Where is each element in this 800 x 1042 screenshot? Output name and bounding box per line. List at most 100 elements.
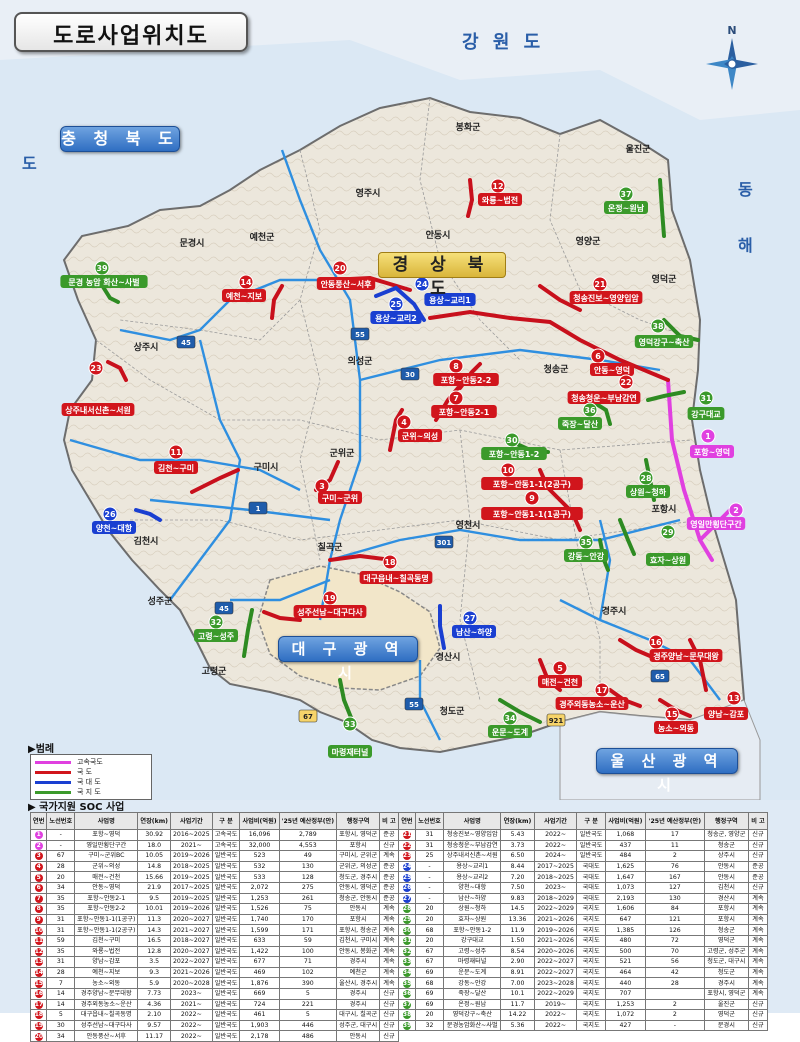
table-cell: 안동~영덕 bbox=[74, 881, 139, 894]
project-marker-number: 9 bbox=[529, 494, 535, 503]
project-marker-number: 11 bbox=[170, 448, 182, 457]
table-cell: 2.90 bbox=[500, 956, 535, 968]
table-header: 노선번호 bbox=[414, 812, 445, 830]
place-name: 경산시 bbox=[436, 651, 461, 663]
compass-center bbox=[727, 59, 737, 69]
table-row: 37 69 온정~원남 11.7 2019~ 국지도 1,253 2 울진군 신규 bbox=[398, 998, 769, 1011]
table-cell: 14.5 bbox=[500, 903, 535, 915]
table-cell: 성주선남~대구다사 bbox=[74, 1019, 139, 1032]
table-cell: 청도군, 경주시 bbox=[336, 871, 381, 883]
table-cell: 강구대교 bbox=[443, 934, 502, 947]
table-row: 3 67 구미~군위BC 10.05 2019~2026 일반국도 523 49 구미시, 군위… bbox=[29, 850, 399, 862]
table-cell: 청송군, 안동시 bbox=[336, 892, 381, 905]
route-shield-number: 45 bbox=[219, 605, 229, 613]
table-row: 13 31 양남~감포 3.5 2022~2027 일반국도 677 71 경주시 계속 bbox=[29, 956, 399, 968]
table-cell: - bbox=[644, 1019, 705, 1032]
table-cell: 523 bbox=[239, 850, 280, 862]
table-row: 26- 양천~대항 7.50 2023~ 국대도 1,073 127 김천시 신규 bbox=[398, 881, 769, 894]
table-cell: 문경농암화산~사벌 bbox=[443, 1019, 502, 1032]
row-number-badge: 28 bbox=[402, 905, 412, 914]
table-cell: 2022~ bbox=[170, 1009, 213, 1021]
table-cell: 469 bbox=[239, 966, 280, 979]
table-cell: 1,068 bbox=[604, 829, 646, 841]
table-cell: 계속 bbox=[379, 913, 399, 926]
table-cell: 1,647 bbox=[604, 871, 646, 883]
table-cell: 2 bbox=[29, 839, 48, 852]
table-cell: 준공 bbox=[747, 860, 769, 873]
table-cell: 2019~2026 bbox=[533, 924, 578, 936]
table-cell: 128 bbox=[278, 871, 338, 883]
table-cell: 68 bbox=[414, 924, 445, 936]
table-row: 6 34 안동~영덕 21.9 2017~2025 일반국도 2,072 275 안동시, 영덕… bbox=[29, 881, 399, 894]
table-cell: 포항~안동2-1 bbox=[74, 892, 139, 905]
table-cell: 2023~ bbox=[170, 987, 213, 1000]
table-cell: 14 bbox=[46, 998, 76, 1011]
project-marker-number: 3 bbox=[319, 482, 325, 491]
table-cell: 20 bbox=[29, 1030, 48, 1042]
table-cell: 35 bbox=[46, 892, 76, 905]
row-number-badge: 36 bbox=[402, 990, 412, 999]
table-cell: 17 bbox=[644, 829, 705, 841]
table-cell: - bbox=[414, 860, 445, 873]
place-name: 청도군 bbox=[440, 705, 466, 717]
table-cell: - bbox=[414, 881, 445, 894]
place-name: 영덕군 bbox=[652, 273, 678, 285]
table-cell: 양남~감포 bbox=[74, 956, 139, 968]
table-cell: 532 bbox=[239, 860, 280, 873]
table-cell: 고령군, 성주군 bbox=[703, 945, 749, 958]
table-cell: 2022~ bbox=[533, 1019, 578, 1032]
table-row: 10 31 포항~안동1-1(2공구) 14.3 2021~2027 일반국도 1,599 1… bbox=[29, 924, 399, 936]
table-cell: 2023~ bbox=[533, 881, 578, 894]
project-marker-number: 24 bbox=[416, 280, 428, 289]
table-cell: 경주시 bbox=[703, 977, 749, 989]
table-cell: 국지도 bbox=[576, 924, 606, 936]
row-number-badge: 34 bbox=[402, 969, 412, 978]
project-label-22: 청송청운~부남감연 bbox=[571, 393, 637, 403]
table-cell: 일반국도 bbox=[211, 987, 241, 1000]
soc-table-left: 연번 노선번호 사업명 연장(km) 사업기간 구 분 사업비(억원) '25년 예산정부(안… bbox=[29, 812, 399, 1042]
table-cell: 437 bbox=[604, 839, 646, 852]
table-cell: 9.3 bbox=[137, 966, 171, 979]
table-header: 사업비(억원) bbox=[604, 812, 646, 830]
table-cell: 13.36 bbox=[500, 913, 535, 926]
table-cell: 일반국도 bbox=[211, 850, 241, 862]
table-cell: 647 bbox=[604, 913, 646, 926]
project-marker-number: 6 bbox=[595, 352, 601, 361]
table-cell: 신규 bbox=[747, 881, 769, 894]
east-sea-label-2: 해 bbox=[738, 236, 753, 255]
legend-box: 고속국도 국 도 국 대 도 국 지 도 bbox=[30, 754, 152, 800]
table-cell: 59 bbox=[278, 934, 338, 947]
table-cell: 김천시, 구미시 bbox=[336, 934, 381, 947]
table-cell: 준공 bbox=[747, 871, 769, 883]
place-name: 군위군 bbox=[330, 447, 356, 459]
table-cell: 2018~2029 bbox=[533, 892, 578, 905]
table-row: 7 35 포항~안동2-1 9.5 2019~2025 일반국도 1,253 261 청송군, … bbox=[29, 892, 399, 905]
table-cell: 5 bbox=[278, 987, 338, 1000]
table-cell: 2022~2027 bbox=[533, 956, 578, 968]
project-marker-number: 13 bbox=[728, 694, 739, 703]
place-name: 청송군 bbox=[544, 363, 570, 375]
row-number-badge: 8 bbox=[34, 905, 43, 914]
table-cell: 3 bbox=[29, 850, 48, 862]
table-cell: 경산시 bbox=[703, 892, 749, 905]
place-name: 고령군 bbox=[202, 665, 228, 677]
table-cell: 청송군, 영양군 bbox=[703, 829, 749, 841]
project-label-19: 성주선남~대구다사 bbox=[297, 607, 363, 617]
row-number-badge: 37 bbox=[402, 1000, 412, 1009]
project-marker-number: 10 bbox=[502, 466, 514, 475]
project-marker-number: 8 bbox=[453, 362, 459, 371]
table-cell: 127 bbox=[644, 881, 705, 894]
row-number-badge: 35 bbox=[402, 979, 412, 988]
legend-row-national-support: 국 대 도 bbox=[35, 777, 147, 787]
place-name: 울진군 bbox=[626, 143, 652, 155]
table-cell: 1,385 bbox=[604, 924, 646, 936]
table-cell: 매전~건천 bbox=[74, 871, 139, 883]
table-cell: - bbox=[414, 892, 445, 905]
table-row: 39 32 문경농암화산~사벌 5.36 2022~ 국지도 427- 문경시 신규 bbox=[398, 1019, 769, 1032]
table-cell: 국지도 bbox=[576, 987, 606, 1000]
project-marker-number: 22 bbox=[620, 378, 631, 387]
table-cell: 20 bbox=[414, 913, 445, 926]
row-number-badge: 25 bbox=[402, 873, 412, 882]
table-cell: 84 bbox=[644, 903, 705, 915]
project-label-34: 운문~도계 bbox=[492, 727, 528, 737]
